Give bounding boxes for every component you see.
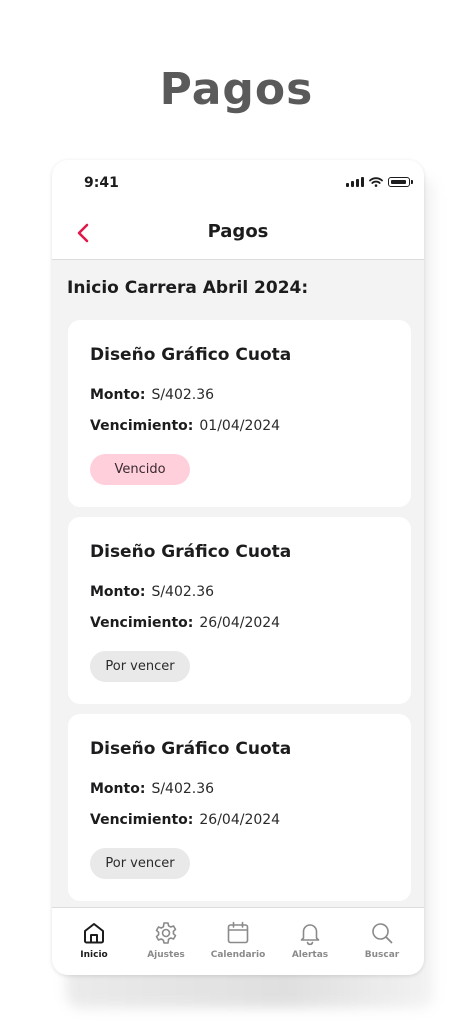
tab-inicio[interactable]: Inicio: [58, 908, 130, 960]
battery-icon: [388, 177, 413, 187]
nav-bar: Pagos: [52, 208, 424, 260]
amount-value: S/402.36: [151, 387, 215, 403]
bell-icon: [300, 924, 320, 946]
tab-label: Calendario: [210, 950, 266, 960]
status-icons: [346, 177, 413, 187]
due-row: Vencimiento: 01/04/2024: [90, 418, 280, 434]
section-title: Inicio Carrera Abril 2024:: [67, 278, 309, 298]
amount-row: Monto: S/402.36: [90, 387, 214, 403]
payment-card[interactable]: Diseño Gráfico Cuota Monto: S/402.36 Venc…: [68, 517, 411, 704]
tab-label: Buscar: [364, 950, 400, 960]
due-label: Vencimiento:: [90, 812, 194, 828]
wifi-icon: [369, 177, 383, 187]
payment-title: Diseño Gráfico Cuota: [90, 345, 292, 365]
due-label: Vencimiento:: [90, 615, 194, 631]
amount-row: Monto: S/402.36: [90, 781, 214, 797]
signal-icon: [346, 177, 364, 187]
phone-frame: 9:41 Pagos Inicio Carrera Abril 2024: Di…: [52, 160, 424, 975]
due-date: 26/04/2024: [199, 812, 281, 828]
back-button[interactable]: [68, 218, 98, 248]
amount-label: Monto:: [90, 584, 146, 600]
due-date: 26/04/2024: [199, 615, 281, 631]
tab-alertas[interactable]: Alertas: [274, 908, 346, 960]
tab-buscar[interactable]: Buscar: [346, 908, 418, 960]
chevron-left-icon: [77, 223, 89, 243]
status-badge: Por vencer: [90, 848, 190, 879]
status-badge: Vencido: [90, 454, 190, 485]
nav-title: Pagos: [207, 221, 269, 242]
payment-title: Diseño Gráfico Cuota: [90, 739, 292, 759]
status-badge: Por vencer: [90, 651, 190, 682]
hero-title: Pagos: [159, 64, 314, 115]
payment-card[interactable]: Diseño Gráfico Cuota Monto: S/402.36 Venc…: [68, 320, 411, 507]
search-icon: [372, 923, 393, 944]
amount-label: Monto:: [90, 781, 146, 797]
amount-value: S/402.36: [151, 781, 215, 797]
tab-label: Alertas: [291, 950, 329, 960]
status-bar: 9:41: [52, 160, 424, 208]
due-label: Vencimiento:: [90, 418, 194, 434]
due-row: Vencimiento: 26/04/2024: [90, 812, 280, 828]
tab-bar: Inicio Ajustes Calendario Alertas Buscar: [52, 907, 424, 975]
amount-label: Monto:: [90, 387, 146, 403]
tab-label: Ajustes: [147, 950, 185, 960]
home-icon: [84, 923, 104, 944]
status-time: 9:41: [84, 175, 119, 191]
gear-icon: [155, 922, 177, 944]
calendar-icon: [227, 921, 249, 944]
amount-value: S/402.36: [151, 584, 215, 600]
payment-title: Diseño Gráfico Cuota: [90, 542, 292, 562]
due-row: Vencimiento: 26/04/2024: [90, 615, 280, 631]
tab-label: Inicio: [80, 950, 108, 960]
due-date: 01/04/2024: [199, 418, 281, 434]
tab-ajustes[interactable]: Ajustes: [130, 908, 202, 960]
amount-row: Monto: S/402.36: [90, 584, 214, 600]
payment-card[interactable]: Diseño Gráfico Cuota Monto: S/402.36 Venc…: [68, 714, 411, 901]
tab-calendario[interactable]: Calendario: [202, 908, 274, 960]
